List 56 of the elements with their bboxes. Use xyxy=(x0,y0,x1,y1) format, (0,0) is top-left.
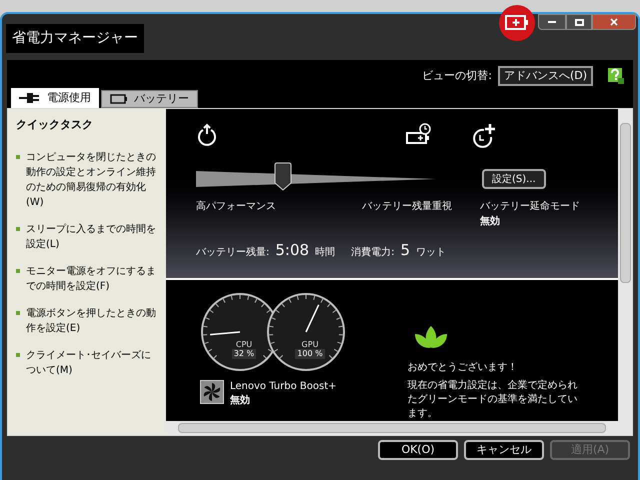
battery-icon xyxy=(110,94,128,104)
bullet-icon xyxy=(16,154,20,158)
gauge-reading: 32 % xyxy=(232,349,256,359)
quick-task-link[interactable]: クライメート･セイバーズについて(M) xyxy=(26,348,158,378)
stat-label: 消費電力: xyxy=(351,246,394,260)
settings-button[interactable]: 設定(S)... xyxy=(482,169,546,189)
close-button[interactable] xyxy=(592,14,636,30)
quick-task-link[interactable]: 電源ボタンを押したときの動作を設定(E) xyxy=(26,306,158,336)
dialog-button[interactable]: OK(O) xyxy=(378,440,458,460)
stat-value: 5:08 xyxy=(275,240,310,261)
horizontal-scrollbar[interactable] xyxy=(166,421,632,435)
gauge-reading: 100 % xyxy=(295,349,325,359)
advanced-view-button[interactable]: アドバンスへ(D) xyxy=(498,66,593,86)
stat-unit: ワット xyxy=(416,246,446,260)
gauge-label: GPU xyxy=(302,340,318,349)
scroll-thumb[interactable] xyxy=(178,423,606,433)
stat-value: 5 xyxy=(400,240,410,261)
eco-status-message: 現在の省電力設定は、企業で定められたグリーンモードの基準を満たしています。 xyxy=(407,379,578,421)
scroll-thumb[interactable] xyxy=(620,123,630,283)
window-title: 省電力マネージャー xyxy=(6,24,144,53)
stat-unit: 時間 xyxy=(315,246,336,260)
battery-plus-icon xyxy=(498,4,536,42)
gauge-label: CPU xyxy=(236,340,252,349)
stat-label: バッテリー残量: xyxy=(196,246,270,260)
congratulations-text: おめでとうございます！ xyxy=(407,361,518,375)
sidebar-title: クイックタスク xyxy=(16,117,94,133)
tab[interactable]: 電源使用 xyxy=(11,88,99,108)
battery-priority-label: バッテリー残量重視 xyxy=(362,200,452,214)
help-icon[interactable] xyxy=(607,67,625,85)
turbo-boost-label: Lenovo Turbo Boost+ xyxy=(230,380,337,394)
slider-thumb[interactable] xyxy=(274,162,292,192)
bullet-icon xyxy=(16,352,20,356)
quick-task-link[interactable]: スリープに入るまでの時間を設定(L) xyxy=(26,222,158,252)
gauge-dial-icon xyxy=(266,292,346,372)
turbo-boost-value: 無効 xyxy=(230,394,251,408)
extend-mode-value: 無効 xyxy=(480,214,501,229)
quick-task-link[interactable]: コンピュータを閉じたときの動作の設定とオンライン維持のための簡易復帰の有効化(W) xyxy=(26,150,158,210)
plug-icon xyxy=(19,93,41,103)
close-icon xyxy=(610,18,618,26)
extend-mode-label: バッテリー延命モード xyxy=(480,200,580,214)
maximize-button[interactable] xyxy=(566,14,592,30)
dialog-button[interactable]: キャンセル xyxy=(464,440,544,460)
clock-plus-icon xyxy=(470,123,496,149)
fan-icon xyxy=(200,380,224,404)
bullet-icon xyxy=(16,310,20,314)
view-switch-label: ビューの切替: xyxy=(422,68,492,84)
quick-task-link[interactable]: モニター電源をオフにするまでの時間を設定(F) xyxy=(26,264,158,294)
vertical-scrollbar[interactable] xyxy=(618,109,632,421)
power-icon xyxy=(196,123,218,147)
battery-clock-icon xyxy=(406,123,432,147)
bullet-icon xyxy=(16,268,20,272)
tab[interactable]: バッテリー xyxy=(101,90,198,108)
leaf-icon xyxy=(413,324,450,350)
high-performance-label: 高パフォーマンス xyxy=(196,200,277,214)
bullet-icon xyxy=(16,226,20,230)
minimize-button[interactable] xyxy=(538,14,566,30)
